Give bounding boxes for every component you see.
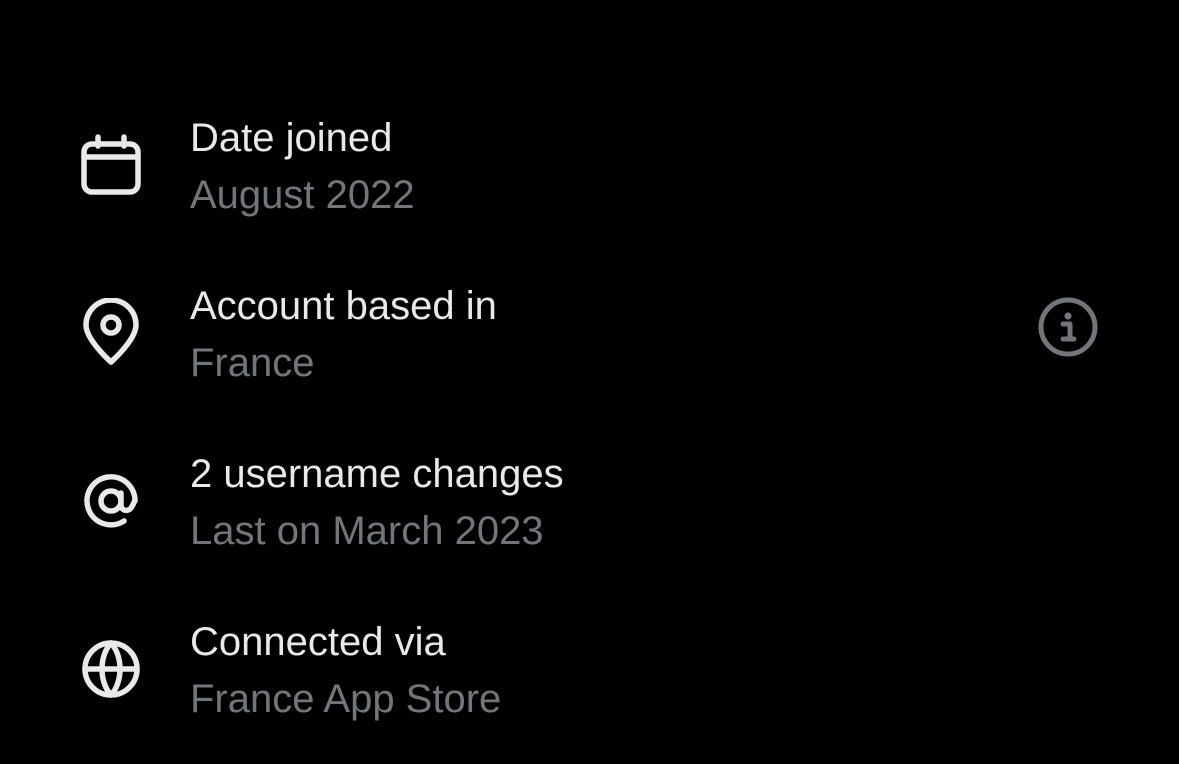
date-joined-value: August 2022 <box>190 173 415 217</box>
username-changes-row: 2 username changes Last on March 2023 <box>0 452 1179 596</box>
username-changes-value: Last on March 2023 <box>190 509 544 553</box>
connected-via-value: France App Store <box>190 677 502 721</box>
account-based-in-value: France <box>190 341 315 385</box>
date-joined-label: Date joined <box>190 116 393 160</box>
account-info-list: Date joined August 2022 Account based in… <box>0 0 1179 752</box>
username-changes-text: 2 username changes Last on March 2023 <box>190 448 990 557</box>
date-joined-row: Date joined August 2022 <box>0 116 1179 260</box>
globe-icon <box>76 634 146 704</box>
account-based-in-row: Account based in France <box>0 284 1179 428</box>
date-joined-text: Date joined August 2022 <box>190 112 990 221</box>
connected-via-text: Connected via France App Store <box>190 616 990 725</box>
username-changes-label: 2 username changes <box>190 452 564 496</box>
connected-via-label: Connected via <box>190 620 446 664</box>
calendar-icon <box>76 130 146 200</box>
location-pin-icon <box>76 298 146 368</box>
account-based-in-label: Account based in <box>190 284 497 328</box>
connected-via-row: Connected via France App Store <box>0 620 1179 764</box>
info-icon[interactable] <box>1036 295 1100 359</box>
at-sign-icon <box>76 466 146 536</box>
account-based-in-text: Account based in France <box>190 280 990 389</box>
